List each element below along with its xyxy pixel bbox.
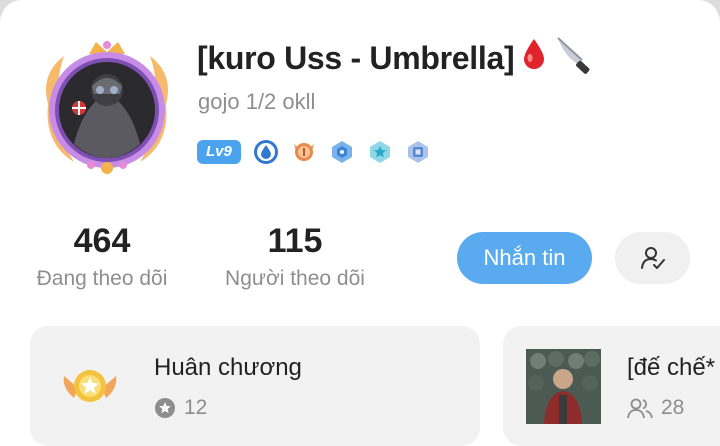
blue-gem-badge-icon[interactable] — [329, 139, 355, 165]
person-check-icon — [640, 247, 665, 269]
medal-card-title: Huân chương — [154, 354, 302, 381]
followers-stat[interactable]: 115 Người theo dõi — [216, 222, 374, 291]
medal-icon — [63, 370, 117, 402]
following-count: 464 — [73, 222, 131, 260]
group-member-count: 28 — [661, 396, 685, 419]
following-label: Đang theo dõi — [36, 267, 168, 290]
followers-label: Người theo dõi — [225, 267, 365, 290]
group-card-title: [đế chế* — [627, 354, 716, 381]
following-stat[interactable]: 464 Đang theo dõi — [28, 222, 176, 291]
medal-count-value: 12 — [184, 396, 208, 419]
orange-medal-badge-icon[interactable] — [291, 139, 317, 165]
profile-bio: gojo 1/2 okll — [198, 89, 316, 114]
drop-of-blood-icon — [520, 37, 548, 79]
group-thumbnail — [526, 349, 601, 424]
medal-card[interactable]: Huân chương 12 — [30, 326, 480, 446]
profile-sheet: [kuro Uss - Umbrella] gojo 1/2 okll Lv9 … — [0, 0, 720, 446]
badge-row: Lv9 — [197, 139, 431, 165]
group-card-members: 28 — [627, 396, 684, 420]
avatar[interactable] — [34, 34, 180, 180]
star-circle-icon — [155, 398, 175, 418]
members-icon — [627, 398, 653, 419]
teal-star-badge-icon[interactable] — [367, 139, 393, 165]
medal-card-count: 12 — [154, 396, 207, 420]
message-button[interactable]: Nhắn tin — [457, 232, 592, 284]
profile-name-text: [kuro Uss - Umbrella] — [197, 39, 515, 76]
blue-crest-badge-icon[interactable] — [405, 139, 431, 165]
level-badge[interactable]: Lv9 — [197, 140, 241, 164]
avatar-frame-icon — [46, 41, 168, 174]
group-card[interactable]: [đế chế* 28 — [503, 326, 720, 446]
profile-name: [kuro Uss - Umbrella] — [197, 34, 596, 82]
kitchen-knife-icon — [554, 34, 596, 82]
followers-count: 115 — [267, 222, 323, 260]
follow-status-button[interactable] — [615, 232, 690, 284]
blue-drop-badge-icon[interactable] — [253, 139, 279, 165]
